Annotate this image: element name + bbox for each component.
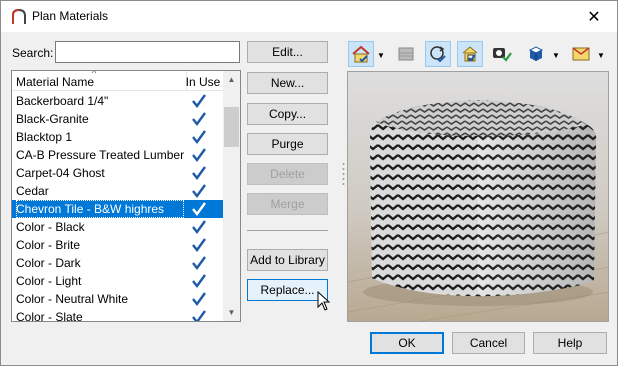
- box-dropdown-icon[interactable]: ▼: [597, 51, 605, 60]
- in-use-check-icon: [192, 184, 206, 198]
- title-bar: Plan Materials ✕: [1, 1, 617, 32]
- in-use-check-icon: [192, 274, 206, 288]
- material-camera-icon: [493, 48, 512, 62]
- search-input[interactable]: [55, 41, 240, 63]
- list-item[interactable]: Cedar: [12, 182, 223, 200]
- copy-button[interactable]: Copy...: [247, 103, 328, 125]
- material-name: Color - Dark: [16, 256, 81, 270]
- render-mode-button[interactable]: [348, 41, 374, 67]
- delete-button[interactable]: Delete: [247, 163, 328, 185]
- material-name: Cedar: [16, 184, 49, 198]
- mouse-cursor-icon: [317, 291, 331, 311]
- list-item[interactable]: Color - Neutral White: [12, 290, 223, 308]
- vertical-scrollbar[interactable]: ▲ ▼: [223, 71, 240, 321]
- list-item[interactable]: Carpet-04 Ghost: [12, 164, 223, 182]
- rotate-view-icon: [430, 46, 446, 63]
- list-item[interactable]: Color - Slate: [12, 308, 223, 322]
- material-name: CA-B Pressure Treated Lumber: [16, 148, 184, 162]
- cube-shape-button[interactable]: [523, 41, 549, 67]
- list-item[interactable]: Color - Brite: [12, 236, 223, 254]
- column-header-in-use[interactable]: In Use: [184, 75, 222, 89]
- material-name: Color - Black: [16, 220, 85, 234]
- scroll-up-icon[interactable]: ▲: [223, 71, 240, 88]
- list-item[interactable]: Blacktop 1: [12, 128, 223, 146]
- render-mode-dropdown-icon[interactable]: ▼: [377, 51, 385, 60]
- new-button[interactable]: New...: [247, 72, 328, 94]
- list-item[interactable]: Color - Black: [12, 218, 223, 236]
- column-header-material-name[interactable]: Material Name: [16, 75, 94, 89]
- material-name: Carpet-04 Ghost: [16, 166, 105, 180]
- add-to-library-button[interactable]: Add to Library: [247, 249, 328, 271]
- sort-ascending-icon: ^: [92, 70, 97, 78]
- scroll-thumb[interactable]: [224, 107, 239, 147]
- in-use-check-icon: [192, 148, 206, 162]
- material-name: Color - Brite: [16, 238, 81, 252]
- preview-render: [348, 72, 608, 321]
- edit-button[interactable]: Edit...: [247, 41, 328, 63]
- plan-view-icon: [462, 46, 478, 62]
- material-camera-button[interactable]: [489, 41, 515, 67]
- list-item[interactable]: Color - Dark: [12, 254, 223, 272]
- list-item[interactable]: CA-B Pressure Treated Lumber: [12, 146, 223, 164]
- splitter-grip-icon[interactable]: [341, 161, 346, 187]
- in-use-check-icon: [192, 310, 206, 321]
- shape-dropdown-icon[interactable]: ▼: [552, 51, 560, 60]
- close-button[interactable]: ✕: [571, 1, 617, 32]
- box-shape-icon: [572, 47, 590, 61]
- cancel-button[interactable]: Cancel: [452, 332, 525, 354]
- scroll-down-icon[interactable]: ▼: [223, 304, 240, 321]
- list-header: Material Name ^ In Use: [12, 71, 223, 91]
- material-name: Blacktop 1: [16, 130, 73, 144]
- render-mode-icon: [352, 45, 370, 63]
- material-preview[interactable]: [347, 71, 609, 322]
- material-name: Color - Neutral White: [16, 292, 129, 306]
- list-item-selected[interactable]: Chevron Tile - B&W highres: [12, 200, 223, 218]
- material-name: Backerboard 1/4": [16, 94, 109, 108]
- button-divider: [247, 230, 328, 231]
- material-name: Chevron Tile - B&W highres: [16, 200, 184, 218]
- purge-button[interactable]: Purge: [247, 133, 328, 155]
- cube-shape-icon: [528, 46, 544, 61]
- box-shape-button[interactable]: [568, 41, 594, 67]
- in-use-check-icon: [192, 166, 206, 180]
- help-button[interactable]: Help: [533, 332, 607, 354]
- plan-view-button[interactable]: [457, 41, 483, 67]
- material-name: Color - Slate: [16, 310, 83, 322]
- flat-view-icon: [398, 47, 414, 61]
- list-item[interactable]: Backerboard 1/4": [12, 92, 223, 110]
- materials-list[interactable]: Material Name ^ In Use Backerboard 1/4" B…: [11, 70, 241, 322]
- in-use-check-icon: [192, 292, 206, 306]
- rotate-view-button[interactable]: [425, 41, 451, 67]
- window-title: Plan Materials: [32, 9, 109, 23]
- search-label: Search:: [12, 46, 54, 60]
- material-name: Black-Granite: [16, 112, 89, 126]
- material-name: Color - Light: [16, 274, 82, 288]
- list-item[interactable]: Black-Granite: [12, 110, 223, 128]
- close-icon: ✕: [587, 8, 601, 26]
- app-logo-icon: [12, 8, 26, 24]
- plan-materials-dialog: Plan Materials ✕ Search: Material Name ^…: [0, 0, 618, 366]
- in-use-check-icon: [192, 220, 206, 234]
- list-rows: Backerboard 1/4" Black-Granite Blacktop 1 C…: [12, 92, 223, 322]
- list-item[interactable]: Color - Light: [12, 272, 223, 290]
- in-use-check-icon: [192, 130, 206, 144]
- flat-view-button[interactable]: [393, 41, 419, 67]
- ok-button[interactable]: OK: [370, 332, 444, 354]
- in-use-check-icon: [192, 256, 206, 270]
- in-use-check-icon: [192, 112, 206, 126]
- in-use-check-icon: [192, 94, 206, 108]
- in-use-check-icon: [192, 238, 206, 252]
- merge-button[interactable]: Merge: [247, 193, 328, 215]
- replace-button[interactable]: Replace...: [247, 279, 328, 301]
- in-use-check-icon: [192, 202, 206, 216]
